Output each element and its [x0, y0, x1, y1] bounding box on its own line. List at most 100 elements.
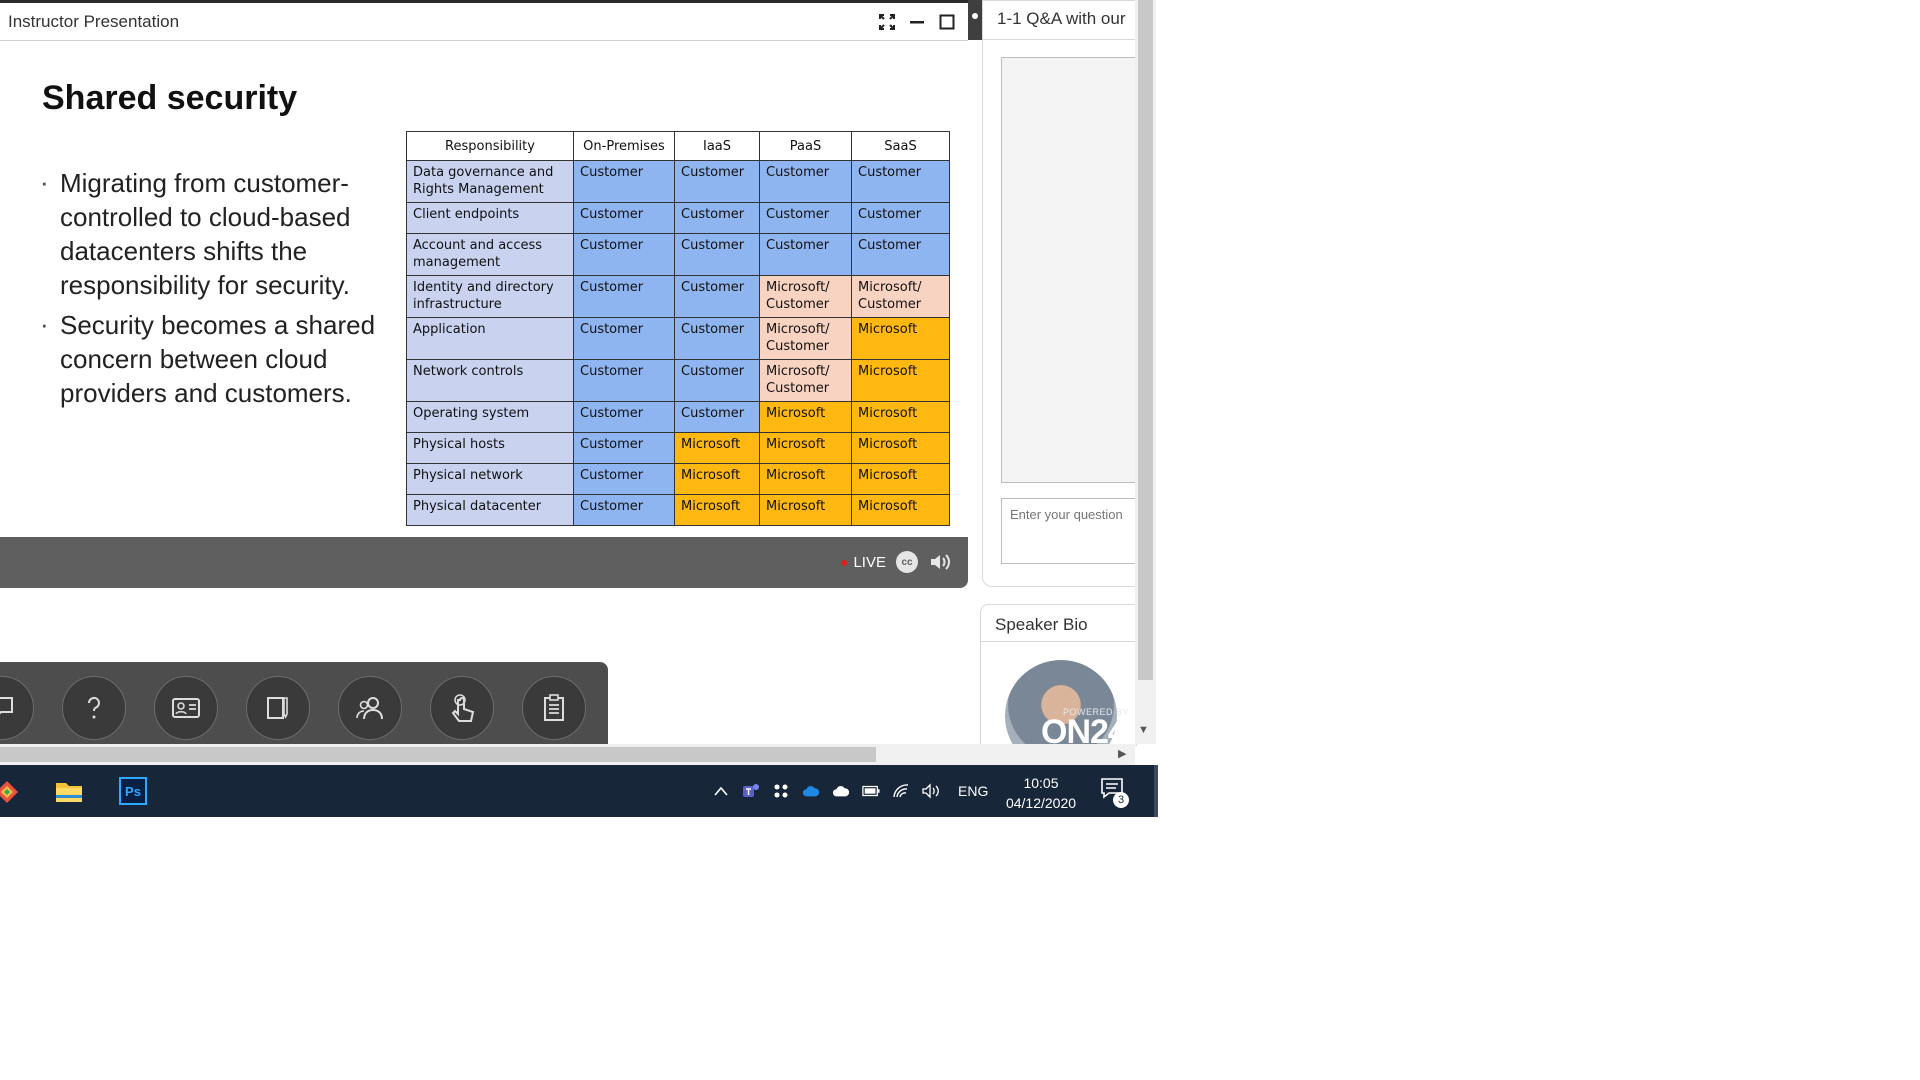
owner-cell: Customer — [851, 160, 950, 203]
owner-cell: Customer — [573, 494, 675, 526]
owner-cell: Customer — [759, 233, 852, 276]
scrollbar-thumb[interactable] — [1138, 0, 1153, 680]
owner-cell: Microsoft/ Customer — [759, 359, 852, 402]
show-desktop-button[interactable] — [1154, 765, 1158, 817]
owner-cell: Microsoft — [759, 401, 852, 433]
clock[interactable]: 10:05 04/12/2020 — [998, 773, 1084, 813]
owner-cell: Microsoft — [759, 494, 852, 526]
table-header: On-Premises — [573, 131, 675, 161]
file-explorer-icon[interactable] — [54, 777, 84, 810]
qa-messages-area[interactable] — [1001, 57, 1136, 483]
owner-cell: Microsoft — [759, 432, 852, 464]
live-dot — [841, 559, 848, 566]
owner-cell: Customer — [759, 160, 852, 203]
owner-cell: Customer — [851, 233, 950, 276]
owner-cell: Customer — [674, 275, 760, 318]
system-tray: ENG — [712, 765, 988, 817]
responsibility-cell: Data governance and Rights Management — [406, 160, 574, 203]
table-row: Identity and directory infrastructure Cus… — [406, 275, 950, 318]
owner-cell: Microsoft — [851, 494, 950, 526]
bullet-item: Migrating from customer-controlled to cl… — [40, 165, 392, 302]
feedback-icon[interactable] — [0, 676, 34, 740]
owner-cell: Customer — [674, 359, 760, 402]
scroll-down-icon[interactable]: ▼ — [1138, 724, 1149, 736]
responsibility-cell: Network controls — [406, 359, 574, 402]
presentation-panel: Instructor Presentation Shared security … — [0, 0, 968, 588]
shared-responsibility-table: Responsibility On-Premises IaaS PaaS Saa… — [406, 131, 950, 526]
battery-icon[interactable] — [862, 782, 880, 800]
presentation-title: Instructor Presentation — [8, 12, 180, 31]
responsibility-cell: Account and access management — [406, 233, 574, 276]
qa-title: 1-1 Q&A with our — [997, 9, 1126, 28]
owner-cell: Microsoft — [674, 494, 760, 526]
responsibility-cell: Physical datacenter — [406, 494, 574, 526]
photoshop-icon[interactable]: Ps — [119, 777, 147, 805]
scrollbar-thumb[interactable] — [0, 747, 876, 762]
owner-cell: Customer — [573, 432, 675, 464]
speaker-icon[interactable] — [922, 782, 940, 800]
table-row: Account and access management Customer Cus… — [406, 233, 950, 276]
on24-logo: ON24 — [1041, 713, 1127, 746]
wifi-icon[interactable] — [892, 782, 910, 800]
owner-cell: Microsoft/ Customer — [851, 275, 950, 318]
question-input[interactable] — [1001, 498, 1136, 564]
owner-cell: Customer — [573, 317, 675, 360]
responsibility-cell: Physical hosts — [406, 432, 574, 464]
touch-icon[interactable] — [430, 676, 494, 740]
speaker-bio-panel: Speaker Bio POWERED BY ON24 — [980, 604, 1137, 746]
slide-title: Shared security — [42, 79, 298, 117]
slack-icon[interactable] — [772, 782, 790, 800]
divider — [981, 641, 1136, 642]
help-icon[interactable] — [62, 676, 126, 740]
owner-cell: Customer — [851, 202, 950, 234]
tool-dock — [0, 662, 608, 753]
slide: Shared security Migrating from customer-… — [0, 41, 968, 537]
onedrive-blue-icon[interactable] — [802, 782, 820, 800]
owner-cell: Microsoft — [851, 432, 950, 464]
vertical-scrollbar[interactable]: ▼ — [1135, 0, 1156, 744]
live-indicator: LIVE — [841, 554, 886, 571]
language-indicator[interactable]: ENG — [958, 783, 988, 799]
chevron-up-icon[interactable] — [712, 782, 730, 800]
closed-captions-icon[interactable]: cc — [896, 551, 918, 573]
table-header-row: Responsibility On-Premises IaaS PaaS Saa… — [406, 131, 950, 161]
table-row: Application Customer Customer Microsoft/ Cu… — [406, 317, 950, 360]
scroll-right-icon[interactable]: ▶ — [1118, 747, 1126, 760]
maximize-icon[interactable] — [936, 11, 958, 33]
owner-cell: Microsoft — [851, 463, 950, 495]
owner-cell: Customer — [573, 160, 675, 203]
owner-cell: Customer — [573, 359, 675, 402]
horizontal-scrollbar[interactable]: ▶ — [0, 744, 1135, 765]
onedrive-white-icon[interactable] — [832, 782, 850, 800]
contact-card-icon[interactable] — [154, 676, 218, 740]
owner-cell: Microsoft — [851, 317, 950, 360]
table-row: Physical hosts Customer Microsoft Microsoft… — [406, 432, 950, 464]
app-icon[interactable] — [0, 779, 20, 810]
teams-icon[interactable] — [742, 782, 760, 800]
owner-cell: Microsoft/ Customer — [759, 317, 852, 360]
owner-cell: Microsoft — [674, 432, 760, 464]
fullscreen-icon[interactable] — [876, 11, 898, 33]
slide-bullets: Migrating from customer-controlled to cl… — [40, 165, 392, 416]
volume-icon[interactable] — [928, 550, 952, 579]
table-header: SaaS — [851, 131, 950, 161]
notification-count-badge: 3 — [1113, 792, 1129, 808]
owner-cell: Customer — [573, 401, 675, 433]
owner-cell: Customer — [674, 160, 760, 203]
minimize-icon[interactable] — [906, 11, 928, 33]
clock-time: 10:05 — [1023, 775, 1059, 791]
clipboard-icon[interactable] — [522, 676, 586, 740]
clock-date: 04/12/2020 — [1005, 795, 1077, 811]
qa-panel: 1-1 Q&A with our — [982, 0, 1137, 587]
owner-cell: Customer — [674, 233, 760, 276]
responsibility-cell: Operating system — [406, 401, 574, 433]
owner-cell: Customer — [573, 275, 675, 318]
speaker-bio-title: Speaker Bio — [995, 615, 1088, 634]
people-icon[interactable] — [338, 676, 402, 740]
owner-cell: Customer — [674, 202, 760, 234]
responsibility-cell: Physical network — [406, 463, 574, 495]
owner-cell: Customer — [573, 233, 675, 276]
table-row: Physical network Customer Microsoft Microso… — [406, 463, 950, 495]
notes-icon[interactable] — [246, 676, 310, 740]
owner-cell: Microsoft — [674, 463, 760, 495]
